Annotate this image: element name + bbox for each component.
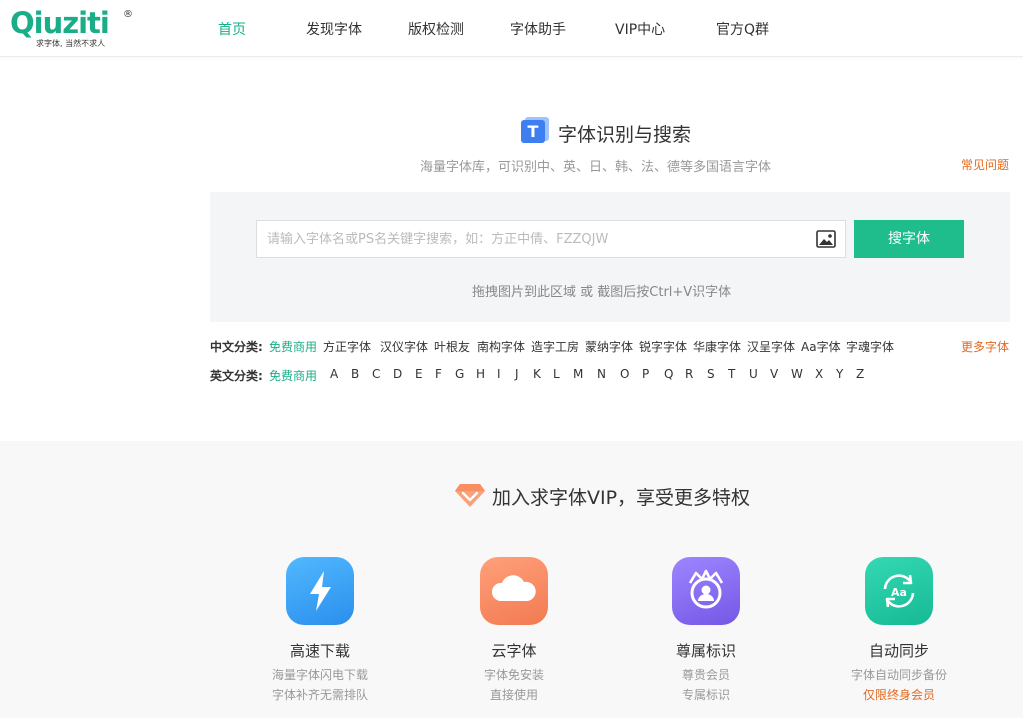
- letter-item[interactable]: I: [497, 367, 501, 381]
- nav-official-qq-group[interactable]: 官方Q群: [716, 19, 769, 39]
- qiuziti-logo[interactable]: Qiuziti ® 求字体, 当然不求人: [10, 6, 135, 50]
- lifetime-member-note[interactable]: 仅限终身会员: [829, 686, 969, 703]
- feature-desc: 字体自动同步备份: [850, 668, 947, 682]
- letter-item[interactable]: Y: [836, 367, 843, 381]
- english-category-label: 英文分类:: [210, 369, 263, 383]
- letter-item[interactable]: X: [815, 367, 823, 381]
- feature-desc: 尊贵会员: [681, 668, 730, 682]
- nav-home[interactable]: 首页: [218, 19, 246, 39]
- font-t-icon: T: [521, 117, 549, 143]
- category-item[interactable]: Aa字体: [801, 338, 841, 355]
- search-title: 字体识别与搜索: [558, 124, 692, 146]
- letter-item[interactable]: Z: [856, 367, 864, 381]
- category-item[interactable]: 造字工房: [531, 338, 579, 355]
- vip-title: 加入求字体VIP，享受更多特权: [492, 487, 751, 509]
- top-header: Qiuziti ® 求字体, 当然不求人 首页 发现字体 版权检测 字体助手 V…: [0, 0, 1023, 57]
- search-subtitle: 海量字体库，可识别中、英、日、韩、法、德等多国语言字体: [420, 160, 772, 175]
- crown-avatar-icon: [672, 557, 740, 625]
- category-item[interactable]: 汉呈字体: [747, 338, 795, 355]
- nav-font-assistant[interactable]: 字体助手: [510, 19, 566, 39]
- drag-drop-hint: 拖拽图片到此区域 或 截图后按Ctrl+V识字体: [472, 285, 732, 300]
- category-item[interactable]: 蒙纳字体: [585, 338, 633, 355]
- search-button[interactable]: 搜字体: [854, 220, 964, 258]
- letter-item[interactable]: N: [597, 367, 606, 381]
- letter-item[interactable]: P: [642, 367, 649, 381]
- nav-copyright-check[interactable]: 版权检测: [408, 19, 464, 39]
- letter-item[interactable]: Q: [664, 367, 673, 381]
- svg-text:T: T: [528, 122, 539, 141]
- feature-desc: 直接使用: [489, 688, 538, 702]
- search-input[interactable]: [257, 221, 807, 257]
- feature-desc: 海量字体闪电下载: [271, 668, 368, 682]
- feature-name: 云字体: [491, 642, 537, 660]
- search-box: [256, 220, 846, 258]
- letter-item[interactable]: B: [351, 367, 359, 381]
- letter-item[interactable]: V: [770, 367, 778, 381]
- faq-link[interactable]: 常见问题: [961, 156, 1009, 173]
- diamond-icon: [455, 482, 485, 508]
- letter-item[interactable]: W: [791, 367, 803, 381]
- letter-item[interactable]: S: [707, 367, 715, 381]
- category-item[interactable]: 华康字体: [693, 338, 741, 355]
- chinese-category-label: 中文分类:: [210, 340, 263, 354]
- letter-item[interactable]: M: [573, 367, 583, 381]
- letter-item[interactable]: G: [455, 367, 464, 381]
- feature-desc: 字体补齐无需排队: [271, 688, 368, 702]
- category-item[interactable]: 汉仪字体: [380, 338, 428, 355]
- nav-discover-fonts[interactable]: 发现字体: [306, 19, 362, 39]
- category-item[interactable]: 字魂字体: [846, 338, 894, 355]
- letter-item[interactable]: A: [330, 367, 338, 381]
- feature-name: 尊属标识: [675, 642, 736, 660]
- feature-desc: 专属标识: [681, 688, 730, 702]
- logo-wordmark: Qiuziti: [10, 6, 110, 40]
- letter-item[interactable]: C: [372, 367, 380, 381]
- letter-item[interactable]: E: [415, 367, 423, 381]
- letter-item[interactable]: U: [749, 367, 758, 381]
- category-item[interactable]: 免费商用: [269, 367, 317, 384]
- letter-item[interactable]: K: [533, 367, 541, 381]
- category-item[interactable]: 叶根友: [434, 338, 470, 355]
- letter-item[interactable]: T: [728, 367, 735, 381]
- more-fonts-link[interactable]: 更多字体: [961, 338, 1009, 355]
- letter-item[interactable]: D: [393, 367, 402, 381]
- vip-section: 加入求字体VIP，享受更多特权 高速下载 海量字体闪电下载 字体补齐无需排队 云…: [0, 441, 1023, 718]
- feature-desc: 字体免安装: [483, 668, 544, 682]
- registered-mark: ®: [123, 9, 133, 20]
- category-item[interactable]: 南构字体: [477, 338, 525, 355]
- letter-item[interactable]: J: [515, 367, 519, 381]
- letter-item[interactable]: L: [553, 367, 560, 381]
- nav-vip-center[interactable]: VIP中心: [615, 19, 665, 39]
- svg-text:Aa: Aa: [891, 586, 907, 599]
- feature-name: 高速下载: [289, 642, 350, 660]
- logo-slogan: 求字体, 当然不求人: [36, 39, 106, 48]
- category-item[interactable]: 免费商用: [269, 338, 317, 355]
- cloud-icon: [480, 557, 548, 625]
- feature-name: 自动同步: [868, 642, 929, 660]
- letter-item[interactable]: H: [476, 367, 485, 381]
- letter-item[interactable]: R: [685, 367, 693, 381]
- letter-item[interactable]: F: [435, 367, 442, 381]
- category-item[interactable]: 锐字字体: [639, 338, 687, 355]
- lightning-icon: [286, 557, 354, 625]
- sync-icon: Aa: [865, 557, 933, 625]
- letter-item[interactable]: O: [620, 367, 629, 381]
- image-upload-icon[interactable]: [816, 229, 836, 249]
- category-item[interactable]: 方正字体: [323, 338, 371, 355]
